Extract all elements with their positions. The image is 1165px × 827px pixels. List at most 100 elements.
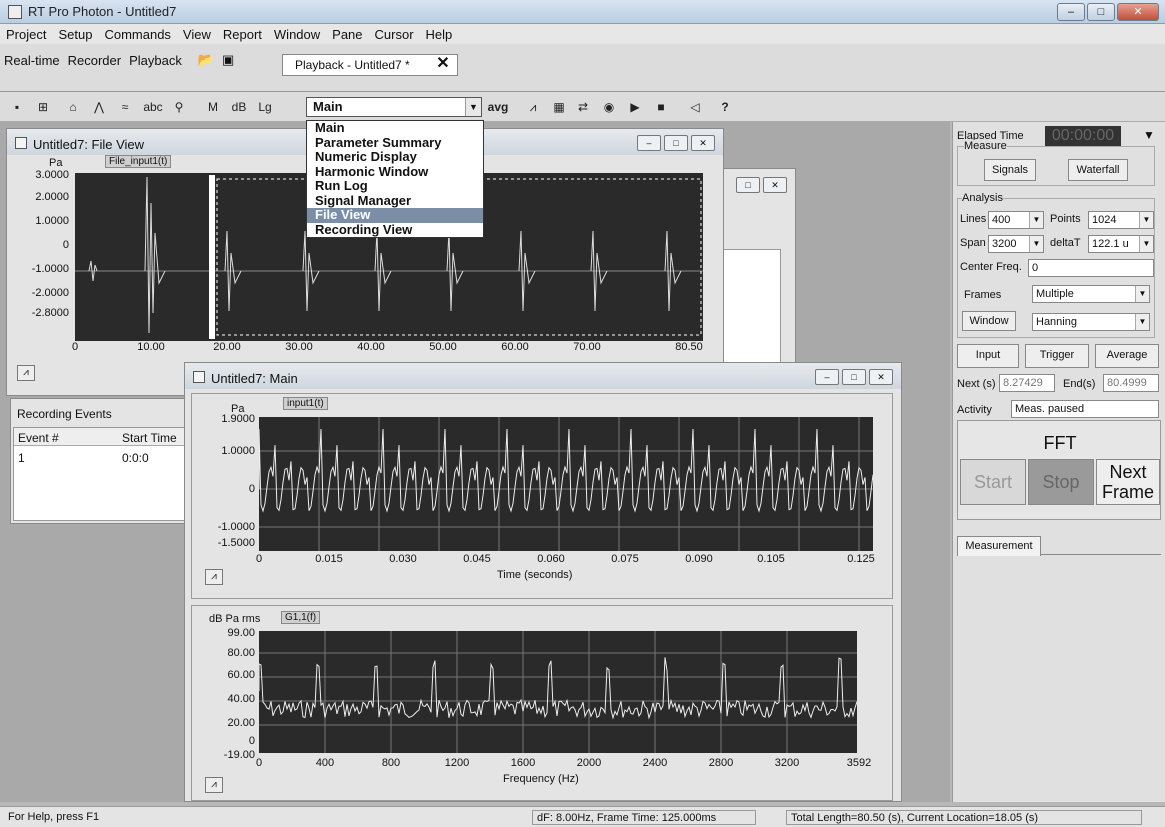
menu-commands[interactable]: Commands	[104, 27, 170, 42]
lines-select[interactable]: 400 ▼	[988, 211, 1044, 229]
waveform-icon[interactable]: ≈	[116, 98, 134, 116]
view-option-run-log[interactable]: Run Log	[307, 179, 483, 194]
menu-pane[interactable]: Pane	[332, 27, 362, 42]
settings-icon[interactable]: ⌂	[64, 98, 82, 116]
file-view-signal[interactable]: File_input1(t)	[105, 155, 172, 168]
minimize-button[interactable]: –	[1057, 3, 1085, 21]
chevron-down-icon[interactable]: ▼	[1139, 212, 1153, 228]
chevron-down-icon[interactable]: ▼	[1135, 286, 1149, 302]
time-plot-signal[interactable]: input1(t)	[283, 397, 328, 410]
event-cell[interactable]: 1	[18, 451, 25, 465]
freq-plot[interactable]	[258, 631, 858, 753]
measurement-tab[interactable]: Measurement	[957, 536, 1041, 556]
freq-ytick: 40.00	[227, 693, 255, 705]
close-tab-icon[interactable]: ✕	[434, 56, 452, 74]
next-frame-button[interactable]: Next Frame	[1096, 459, 1160, 505]
waterfall-button[interactable]: Waterfall	[1068, 159, 1128, 181]
view-select[interactable]: Main ▼	[306, 97, 482, 117]
time-plot[interactable]	[258, 417, 874, 551]
event-time-cell[interactable]: 0:0:0	[122, 451, 149, 465]
col-start-time[interactable]: Start Time	[122, 431, 177, 445]
abc-label-icon[interactable]: abc	[138, 98, 168, 116]
view-option-file-view[interactable]: File View	[307, 208, 483, 223]
chart-icon[interactable]: ⩘	[524, 98, 542, 116]
input-button[interactable]: Input	[957, 344, 1019, 368]
open-folder-icon[interactable]: 📂	[198, 52, 214, 68]
chevron-down-icon[interactable]: ▼	[1139, 236, 1153, 252]
col-event-number[interactable]: Event #	[18, 431, 59, 445]
average-button[interactable]: Average	[1095, 344, 1159, 368]
span-select[interactable]: 3200 ▼	[988, 235, 1044, 253]
avg-icon[interactable]: avg	[486, 98, 510, 116]
status-help: For Help, press F1	[8, 811, 100, 823]
log-mag-icon[interactable]: Lg	[256, 98, 274, 116]
mode-realtime[interactable]: Real-time	[4, 53, 60, 68]
record-icon[interactable]: ◉	[600, 98, 618, 116]
main-close[interactable]: ✕	[869, 369, 893, 385]
stop-icon[interactable]: ■	[652, 98, 670, 116]
chart-options-icon[interactable]: ⩘	[205, 569, 223, 585]
chevron-down-icon[interactable]: ▼	[1029, 212, 1043, 228]
stop-button[interactable]: Stop	[1028, 459, 1094, 505]
transfer-icon[interactable]: ⇄	[574, 98, 592, 116]
view-option-signal-manager[interactable]: Signal Manager	[307, 193, 483, 209]
chevron-down-icon[interactable]: ▼	[465, 98, 481, 116]
time-ytick: 1.0000	[221, 445, 255, 457]
mode-recorder[interactable]: Recorder	[68, 53, 121, 68]
menu-cursor[interactable]: Cursor	[375, 27, 414, 42]
peak-icon[interactable]: ⋀	[90, 98, 108, 116]
close-button[interactable]: ✕	[1117, 3, 1159, 21]
file-view-cursor[interactable]	[209, 175, 215, 339]
help-icon[interactable]: ?	[716, 98, 734, 116]
linear-mag-icon[interactable]: M	[204, 98, 222, 116]
file-view-close[interactable]: ✕	[691, 135, 715, 151]
menu-window[interactable]: Window	[274, 27, 320, 42]
play-icon[interactable]: ▶	[626, 98, 644, 116]
view-option-parameter-summary[interactable]: Parameter Summary	[307, 135, 483, 151]
view-option-harmonic-window[interactable]: Harmonic Window	[307, 164, 483, 180]
main-minimize[interactable]: –	[815, 369, 839, 385]
chevron-down-icon[interactable]: ▼	[1135, 314, 1149, 330]
menu-setup[interactable]: Setup	[58, 27, 92, 42]
chevron-down-icon[interactable]: ▼	[1029, 236, 1043, 252]
chevron-down-icon[interactable]: ▼	[1143, 128, 1155, 142]
window-select[interactable]: Hanning ▼	[1032, 313, 1150, 331]
freq-plot-signal[interactable]: G1,1(f)	[281, 611, 321, 624]
playback-tab[interactable]: Playback - Untitled7 *	[282, 54, 458, 76]
menu-report[interactable]: Report	[223, 27, 262, 42]
zoom-icon[interactable]: ⚲	[170, 98, 188, 116]
chart-options-icon[interactable]: ⩘	[205, 777, 223, 793]
center-freq-input[interactable]: 0	[1028, 259, 1154, 277]
deltat-select[interactable]: 122.1 u ▼	[1088, 235, 1154, 253]
save-icon[interactable]: ▪	[8, 98, 26, 116]
view-option-main[interactable]: Main	[307, 121, 483, 136]
start-button[interactable]: Start	[960, 459, 1026, 505]
chart-options-icon[interactable]: ⩘	[17, 365, 35, 381]
file-view-minimize[interactable]: –	[637, 135, 661, 151]
frames-value: Multiple	[1036, 288, 1074, 300]
trigger-button[interactable]: Trigger	[1025, 344, 1089, 368]
layout-icon[interactable]: ⊞	[34, 98, 52, 116]
view-option-recording-view[interactable]: Recording View	[307, 222, 483, 238]
speaker-icon[interactable]: ◁	[686, 98, 704, 116]
points-select[interactable]: 1024 ▼	[1088, 211, 1154, 229]
view-option-numeric-display[interactable]: Numeric Display	[307, 150, 483, 165]
db-mag-icon[interactable]: dB	[230, 98, 248, 116]
spectrum-icon[interactable]: ▦	[550, 98, 568, 116]
bg-close-button[interactable]: ✕	[763, 177, 787, 193]
frames-select[interactable]: Multiple ▼	[1032, 285, 1150, 303]
signals-button[interactable]: Signals	[984, 159, 1036, 181]
menu-view[interactable]: View	[183, 27, 211, 42]
window-button[interactable]: Window	[962, 311, 1016, 331]
main-maximize[interactable]: □	[842, 369, 866, 385]
file-view-ytick: 1.0000	[35, 215, 69, 227]
mode-playback[interactable]: Playback	[129, 53, 182, 68]
file-view-xtick: 40.00	[357, 341, 385, 353]
next-value: 8.27429	[999, 374, 1055, 392]
save-all-icon[interactable]: ▣	[222, 52, 234, 68]
menu-project[interactable]: Project	[6, 27, 46, 42]
bg-restore-button[interactable]: □	[736, 177, 760, 193]
file-view-maximize[interactable]: □	[664, 135, 688, 151]
menu-help[interactable]: Help	[426, 27, 453, 42]
maximize-button[interactable]: □	[1087, 3, 1115, 21]
